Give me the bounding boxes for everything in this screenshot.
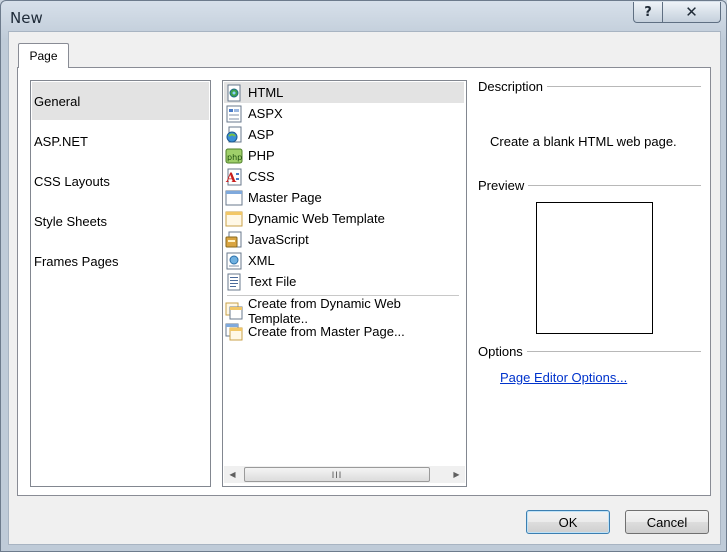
description-divider: [547, 86, 701, 87]
php-file-icon: php: [225, 147, 243, 165]
page-type-aspx[interactable]: ASPX: [224, 103, 464, 124]
category-item-style-sheets[interactable]: Style Sheets: [32, 202, 209, 240]
ok-button[interactable]: OK: [526, 510, 610, 534]
page-type-label: CSS: [248, 169, 275, 184]
close-icon: ✕: [685, 3, 698, 21]
page-type-label: Master Page: [248, 190, 322, 205]
create-from-dynamic-web-template[interactable]: Create from Dynamic Web Template..: [224, 296, 464, 326]
category-item-label: CSS Layouts: [34, 173, 110, 189]
preview-header: Preview: [478, 178, 701, 193]
page-type-dynamic-web-template[interactable]: Dynamic Web Template: [224, 208, 464, 229]
page-type-php[interactable]: php PHP: [224, 145, 464, 166]
close-button[interactable]: ✕: [662, 2, 721, 23]
category-item-general[interactable]: General: [32, 82, 209, 120]
tab-page[interactable]: Page: [18, 43, 69, 68]
create-from-master-icon: [225, 323, 243, 341]
javascript-file-icon: [225, 231, 243, 249]
scroll-thumb[interactable]: III: [244, 467, 430, 482]
help-button[interactable]: ?: [633, 2, 663, 23]
new-dialog-window: New ? ✕ Page General ASP.NET CSS Layouts: [0, 0, 727, 552]
category-item-css-layouts[interactable]: CSS Layouts: [32, 162, 209, 200]
page-type-html[interactable]: HTML: [224, 82, 464, 103]
description-header: Description: [478, 79, 701, 94]
preview-divider: [528, 185, 701, 186]
css-file-icon: A: [225, 168, 243, 186]
create-from-master-page[interactable]: Create from Master Page...: [224, 321, 464, 342]
preview-image: [536, 202, 653, 334]
options-divider: [526, 351, 701, 352]
text-file-icon: [225, 273, 243, 291]
dynamic-web-template-icon: [225, 210, 243, 228]
help-icon: ?: [644, 4, 652, 20]
category-item-label: ASP.NET: [34, 133, 88, 149]
ok-button-label: OK: [558, 514, 578, 530]
page-type-label: XML: [248, 253, 275, 268]
svg-text:php: php: [227, 153, 242, 162]
create-from-dwt-icon: [225, 302, 243, 320]
page-type-css[interactable]: A CSS: [224, 166, 464, 187]
master-page-icon: [225, 189, 243, 207]
category-list: General ASP.NET CSS Layouts Style Sheets…: [30, 80, 211, 487]
horizontal-scrollbar[interactable]: ◀ III ▶: [224, 466, 465, 483]
page-type-label: ASPX: [248, 106, 283, 121]
page-type-text-file[interactable]: Text File: [224, 271, 464, 292]
scroll-left-icon[interactable]: ◀: [224, 466, 241, 483]
category-item-label: Frames Pages: [34, 253, 119, 269]
asp-file-icon: [225, 126, 243, 144]
page-type-label: Text File: [248, 274, 297, 289]
preview-label: Preview: [478, 178, 529, 193]
page-type-label: ASP: [248, 127, 275, 142]
page-type-javascript[interactable]: JavaScript: [224, 229, 464, 250]
category-item-label: General: [34, 93, 81, 109]
page-type-asp[interactable]: ASP: [224, 124, 464, 145]
category-item-asp-net[interactable]: ASP.NET: [32, 122, 209, 160]
cancel-button-label: Cancel: [646, 514, 688, 530]
page-type-label: HTML: [248, 85, 284, 100]
page-editor-options-link[interactable]: Page Editor Options...: [500, 370, 627, 385]
html-file-icon: [225, 84, 243, 102]
page-type-xml[interactable]: XML: [224, 250, 464, 271]
options-label: Options: [478, 344, 527, 359]
xml-file-icon: [225, 252, 243, 270]
scroll-right-icon[interactable]: ▶: [448, 466, 465, 483]
dialog-client-area: Page General ASP.NET CSS Layouts Style S…: [8, 31, 721, 545]
aspx-file-icon: [225, 105, 243, 123]
options-header: Options: [478, 344, 701, 359]
cancel-button[interactable]: Cancel: [625, 510, 709, 534]
page-type-label: PHP: [248, 148, 275, 163]
category-item-label: Style Sheets: [34, 213, 107, 229]
page-type-label: Dynamic Web Template: [248, 211, 385, 226]
svg-text:A: A: [225, 171, 237, 186]
page-type-master-page[interactable]: Master Page: [224, 187, 464, 208]
page-type-list: HTML ASPX ASP php PHP A CSS Master Page …: [222, 80, 467, 487]
category-item-frames-pages[interactable]: Frames Pages: [32, 242, 209, 280]
page-type-label: Create from Master Page...: [248, 324, 405, 339]
description-text: Create a blank HTML web page.: [490, 134, 677, 149]
description-label: Description: [478, 79, 548, 94]
page-tab-panel: General ASP.NET CSS Layouts Style Sheets…: [17, 67, 711, 496]
page-type-label: JavaScript: [248, 232, 309, 247]
tab-page-label: Page: [29, 49, 58, 63]
dialog-title: New: [10, 9, 43, 27]
